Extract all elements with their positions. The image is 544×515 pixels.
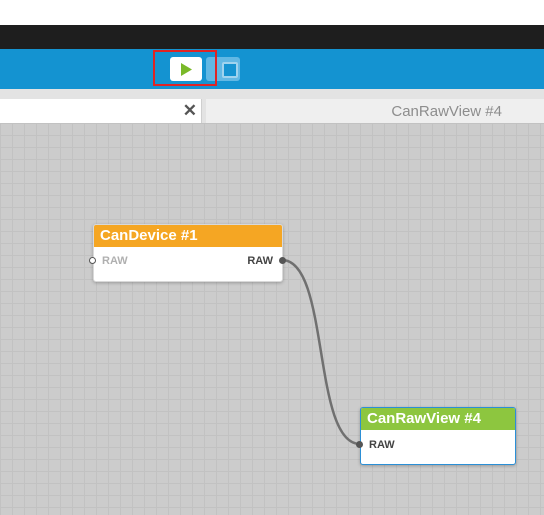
stop-icon (222, 62, 238, 78)
input-port-label: RAW (369, 439, 395, 451)
play-button[interactable] (170, 57, 202, 81)
window-top-bar (0, 25, 544, 49)
tab-label: CanRawView #4 (391, 103, 502, 120)
input-port[interactable] (356, 441, 363, 448)
close-icon[interactable]: ✕ (183, 99, 197, 123)
tab-canrawview[interactable]: CanRawView #4 (206, 99, 544, 123)
stop-button[interactable] (206, 57, 240, 81)
output-port-label: RAW (247, 255, 273, 267)
tab-active[interactable]: ✕ (0, 99, 202, 123)
node-canrawview[interactable]: CanRawView #4 RAW (360, 407, 516, 465)
input-port-label: RAW (102, 255, 128, 267)
play-icon (181, 62, 192, 76)
output-port[interactable] (279, 257, 286, 264)
node-candevice[interactable]: CanDevice #1 RAW RAW (93, 224, 283, 282)
node-title: CanRawView #4 (361, 408, 515, 430)
toolbar (0, 49, 544, 89)
node-title: CanDevice #1 (94, 225, 282, 247)
input-port[interactable] (89, 257, 96, 264)
